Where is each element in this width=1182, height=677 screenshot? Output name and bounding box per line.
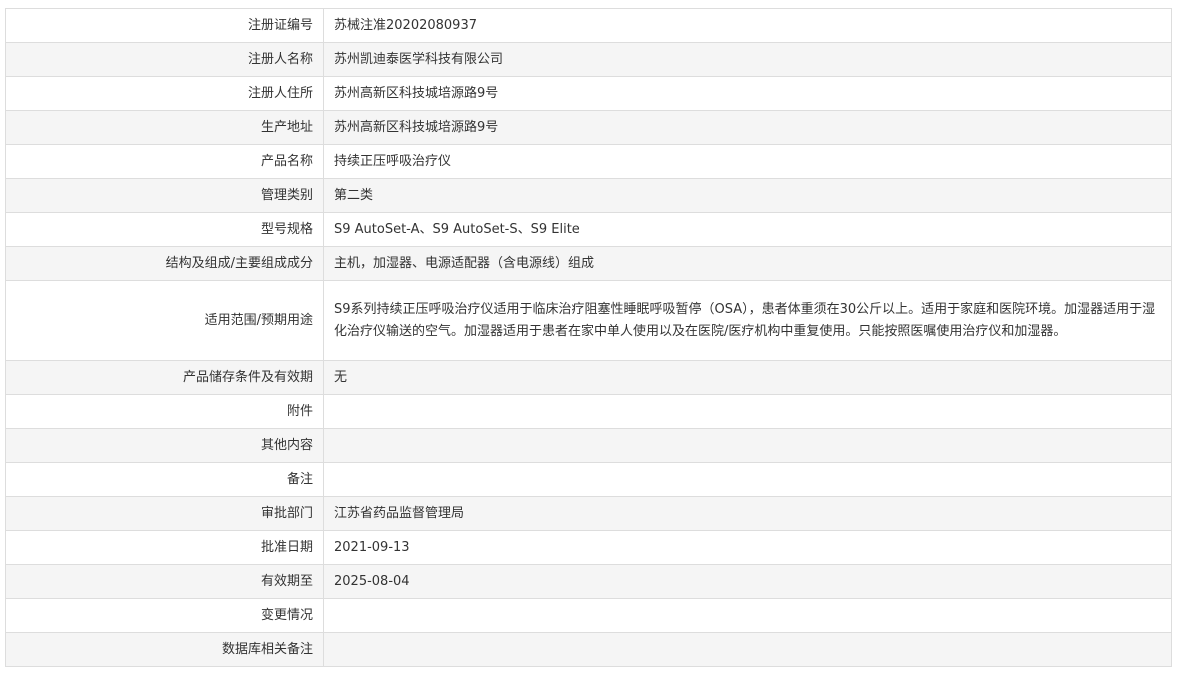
field-value: 持续正压呼吸治疗仪 — [323, 144, 1172, 179]
field-value: 苏械注准20202080937 — [323, 8, 1172, 43]
field-label: 产品名称 — [5, 144, 324, 179]
row-approval-department: 审批部门 江苏省药品监督管理局 — [5, 496, 1172, 531]
field-value: 第二类 — [323, 178, 1172, 213]
registration-details: 注册证编号 苏械注准20202080937 注册人名称 苏州凯迪泰医学科技有限公… — [5, 8, 1172, 667]
field-value: 苏州高新区科技城培源路9号 — [323, 110, 1172, 145]
row-product-name: 产品名称 持续正压呼吸治疗仪 — [5, 144, 1172, 179]
field-value — [323, 394, 1172, 429]
row-valid-until: 有效期至 2025-08-04 — [5, 564, 1172, 599]
row-database-remarks: 数据库相关备注 — [5, 632, 1172, 667]
field-label: 结构及组成/主要组成成分 — [5, 246, 324, 281]
field-label: 管理类别 — [5, 178, 324, 213]
row-attachments: 附件 — [5, 394, 1172, 429]
field-label: 注册人名称 — [5, 42, 324, 77]
field-value: 2025-08-04 — [323, 564, 1172, 599]
field-value — [323, 632, 1172, 667]
row-registrant-name: 注册人名称 苏州凯迪泰医学科技有限公司 — [5, 42, 1172, 77]
registration-info-table: 注册证编号 苏械注准20202080937 注册人名称 苏州凯迪泰医学科技有限公… — [5, 8, 1172, 667]
field-value: 江苏省药品监督管理局 — [323, 496, 1172, 531]
field-value — [323, 462, 1172, 497]
row-management-category: 管理类别 第二类 — [5, 178, 1172, 213]
field-value: 苏州高新区科技城培源路9号 — [323, 76, 1172, 111]
field-label: 批准日期 — [5, 530, 324, 565]
field-label: 注册证编号 — [5, 8, 324, 43]
row-other-content: 其他内容 — [5, 428, 1172, 463]
field-value: 苏州凯迪泰医学科技有限公司 — [323, 42, 1172, 77]
row-storage-conditions: 产品储存条件及有效期 无 — [5, 360, 1172, 395]
field-label: 审批部门 — [5, 496, 324, 531]
field-label: 注册人住所 — [5, 76, 324, 111]
row-registrant-address: 注册人住所 苏州高新区科技城培源路9号 — [5, 76, 1172, 111]
field-label: 有效期至 — [5, 564, 324, 599]
field-value — [323, 428, 1172, 463]
field-label: 变更情况 — [5, 598, 324, 633]
field-label: 适用范围/预期用途 — [5, 280, 324, 361]
field-value: 主机，加湿器、电源适配器（含电源线）组成 — [323, 246, 1172, 281]
row-approval-date: 批准日期 2021-09-13 — [5, 530, 1172, 565]
row-intended-use: 适用范围/预期用途 S9系列持续正压呼吸治疗仪适用于临床治疗阻塞性睡眠呼吸暂停（… — [5, 280, 1172, 361]
field-value: S9 AutoSet-A、S9 AutoSet-S、S9 Elite — [323, 212, 1172, 247]
field-value: S9系列持续正压呼吸治疗仪适用于临床治疗阻塞性睡眠呼吸暂停（OSA），患者体重须… — [323, 280, 1172, 361]
field-value: 无 — [323, 360, 1172, 395]
row-model-spec: 型号规格 S9 AutoSet-A、S9 AutoSet-S、S9 Elite — [5, 212, 1172, 247]
row-structure-composition: 结构及组成/主要组成成分 主机，加湿器、电源适配器（含电源线）组成 — [5, 246, 1172, 281]
field-value — [323, 598, 1172, 633]
field-label: 其他内容 — [5, 428, 324, 463]
row-registration-number: 注册证编号 苏械注准20202080937 — [5, 8, 1172, 43]
field-label: 备注 — [5, 462, 324, 497]
field-label: 产品储存条件及有效期 — [5, 360, 324, 395]
field-label: 附件 — [5, 394, 324, 429]
row-production-address: 生产地址 苏州高新区科技城培源路9号 — [5, 110, 1172, 145]
field-value: 2021-09-13 — [323, 530, 1172, 565]
field-label: 型号规格 — [5, 212, 324, 247]
field-label: 数据库相关备注 — [5, 632, 324, 667]
row-remarks: 备注 — [5, 462, 1172, 497]
field-label: 生产地址 — [5, 110, 324, 145]
row-change-history: 变更情况 — [5, 598, 1172, 633]
